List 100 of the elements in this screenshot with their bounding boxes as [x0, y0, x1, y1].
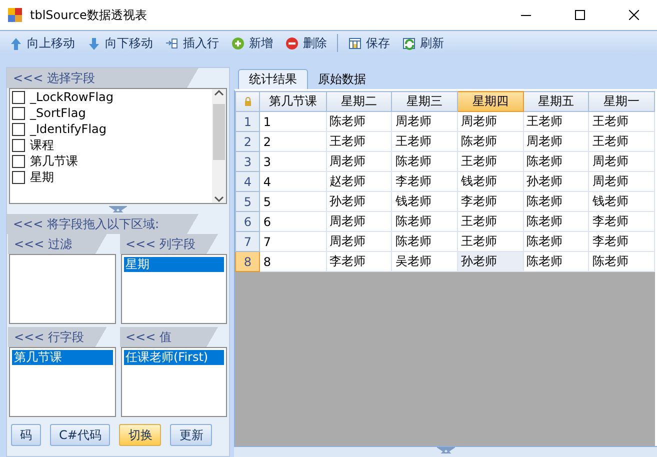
table-cell: 陈老师: [523, 212, 589, 232]
column-header[interactable]: 星期二: [326, 92, 392, 112]
table-cell: 陈老师: [523, 252, 589, 272]
table-cell: 陈老师: [523, 232, 589, 252]
table-cell: 陈老师: [392, 212, 458, 232]
drop-zone[interactable]: 第几节课: [9, 347, 116, 417]
checkbox[interactable]: [12, 138, 25, 152]
action-button[interactable]: C#代码: [50, 424, 110, 446]
table-cell: 王老师: [392, 132, 458, 152]
field-label[interactable]: 星期: [30, 168, 54, 186]
table-cell: 李老师: [588, 232, 654, 252]
toolbar-button[interactable]: 插入行: [160, 32, 224, 54]
table-cell: 3: [260, 152, 326, 172]
drop-zone[interactable]: [9, 254, 116, 324]
field-label[interactable]: _SortFlag: [30, 106, 86, 120]
field-label[interactable]: 课程: [30, 136, 54, 154]
table-cell: 2: [260, 132, 326, 152]
row-header[interactable]: 1: [236, 112, 260, 132]
toolbar-button[interactable]: 刷新: [397, 32, 449, 54]
row-header[interactable]: 4: [236, 172, 260, 192]
table-cell: 王老师: [326, 132, 392, 152]
tab[interactable]: 原始数据: [308, 69, 376, 89]
column-header[interactable]: 星期五: [523, 92, 589, 112]
row-header[interactable]: 6: [236, 212, 260, 232]
scroll-down-icon[interactable]: [214, 195, 224, 203]
scrollbar-thumb[interactable]: [213, 104, 225, 160]
table-cell: 4: [260, 172, 326, 192]
table-cell: 1: [260, 112, 326, 132]
row-header[interactable]: 5: [236, 192, 260, 212]
insert-icon: [165, 36, 179, 50]
field-label[interactable]: _LockRowFlag: [30, 90, 114, 104]
table-cell: 8: [260, 252, 326, 272]
row-header[interactable]: 7: [236, 232, 260, 252]
maximize-icon[interactable]: [575, 10, 585, 20]
table-cell: 陈老师: [588, 252, 654, 272]
field-label[interactable]: 第几节课: [30, 152, 78, 170]
table-cell: 周老师: [458, 112, 524, 132]
zone-item[interactable]: 星期: [124, 257, 224, 272]
zone-item[interactable]: 任课老师(First): [124, 350, 224, 365]
delete-icon: [285, 36, 299, 50]
table-cell: 孙老师: [458, 252, 524, 272]
table-cell: 王老师: [458, 152, 524, 172]
table-cell: 孙老师: [523, 172, 589, 192]
column-header[interactable]: 第几节课: [260, 92, 326, 112]
app-icon: [8, 8, 22, 22]
table-cell: 周老师: [326, 152, 392, 172]
table-cell: 陈老师: [523, 152, 589, 172]
column-header[interactable]: 星期四: [458, 92, 524, 112]
toolbar-button[interactable]: 新增: [226, 32, 278, 54]
table-cell: 李老师: [588, 212, 654, 232]
checkbox[interactable]: [12, 154, 25, 168]
zone-item[interactable]: 第几节课: [12, 350, 112, 365]
toolbar-button[interactable]: 删除: [280, 32, 332, 54]
checkbox[interactable]: [12, 90, 25, 104]
table-cell: 陈老师: [458, 132, 524, 152]
row-header[interactable]: 3: [236, 152, 260, 172]
table-cell: 王老师: [588, 112, 654, 132]
drop-zone[interactable]: 任课老师(First): [120, 347, 227, 417]
table-cell: 周老师: [588, 152, 654, 172]
tab[interactable]: 统计结果: [238, 69, 308, 89]
table-cell: 李老师: [392, 172, 458, 192]
lock-icon: [244, 96, 252, 106]
table-cell: 5: [260, 192, 326, 212]
down-icon: [87, 36, 101, 50]
toolbar-button[interactable]: 向下移动: [82, 32, 158, 54]
refresh-icon: [402, 36, 416, 50]
row-header[interactable]: 8: [236, 252, 260, 272]
checkbox[interactable]: [12, 122, 25, 136]
table-cell: 王老师: [588, 132, 654, 152]
checkbox[interactable]: [12, 106, 25, 120]
table-cell: 陈老师: [523, 192, 589, 212]
up-icon: [9, 36, 23, 50]
action-button[interactable]: 更新: [170, 424, 212, 446]
add-icon: [231, 36, 245, 50]
table-cell: 钱老师: [458, 172, 524, 192]
table-cell: 钱老师: [588, 192, 654, 212]
table-cell: 钱老师: [392, 192, 458, 212]
action-button[interactable]: 切换: [119, 424, 162, 446]
table-cell: 周老师: [523, 132, 589, 152]
row-header[interactable]: 2: [236, 132, 260, 152]
window-title: tblSource数据透视表: [30, 6, 148, 24]
table-cell: 周老师: [588, 172, 654, 192]
table-cell: 6: [260, 212, 326, 232]
close-icon[interactable]: [629, 10, 639, 20]
action-button[interactable]: 码: [11, 424, 41, 446]
table-cell: 7: [260, 232, 326, 252]
table-cell: 陈老师: [392, 152, 458, 172]
toolbar-button[interactable]: 向上移动: [4, 32, 80, 54]
scroll-up-icon[interactable]: [214, 89, 224, 97]
table-cell: 陈老师: [326, 112, 392, 132]
checkbox[interactable]: [12, 170, 25, 184]
field-label[interactable]: _IdentifyFlag: [30, 122, 107, 136]
table-cell: 李老师: [326, 252, 392, 272]
table-cell: 王老师: [523, 112, 589, 132]
table-cell: 孙老师: [326, 192, 392, 212]
column-header[interactable]: 星期一: [588, 92, 654, 112]
toolbar-button[interactable]: 保存: [343, 32, 395, 54]
column-header[interactable]: 星期三: [392, 92, 458, 112]
table-cell: 李老师: [458, 192, 524, 212]
drop-zone[interactable]: 星期: [120, 254, 227, 324]
